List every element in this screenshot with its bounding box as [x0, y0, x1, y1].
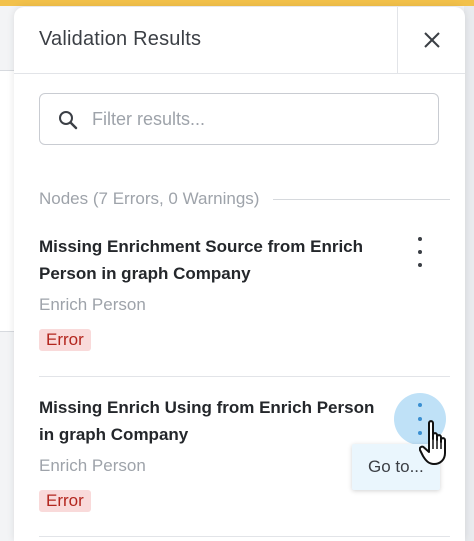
result-node-name: Enrich Person — [39, 295, 146, 314]
kebab-dot — [418, 403, 422, 407]
kebab-dot — [418, 250, 422, 254]
filter-results-input[interactable] — [92, 106, 422, 132]
background-app-card — [0, 70, 14, 332]
validation-results-panel: Validation Results Nodes (7 Errors, 0 Wa… — [14, 7, 465, 541]
kebab-menu-button[interactable] — [412, 237, 428, 267]
app-top-accent-bar — [0, 0, 474, 6]
result-divider — [39, 536, 450, 537]
filter-results-field[interactable] — [39, 93, 439, 145]
kebab-menu-button-active[interactable] — [394, 393, 446, 445]
kebab-dot — [418, 417, 422, 421]
panel-title: Validation Results — [39, 28, 202, 50]
goto-menu-item[interactable]: Go to... — [352, 444, 440, 490]
kebab-menu-icon — [418, 237, 422, 241]
error-badge: Error — [39, 490, 91, 512]
error-badge: Error — [39, 329, 91, 351]
close-icon — [424, 32, 440, 48]
goto-menu-label: Go to... — [368, 457, 424, 476]
search-icon — [59, 111, 78, 130]
kebab-menu-icon — [418, 403, 422, 435]
nodes-section-label: Nodes (7 Errors, 0 Warnings) — [39, 189, 260, 208]
nodes-section-header: Nodes (7 Errors, 0 Warnings) — [39, 188, 450, 210]
close-button[interactable] — [397, 7, 465, 73]
kebab-dot — [418, 431, 422, 435]
result-divider — [39, 376, 450, 377]
panel-header: Validation Results — [14, 7, 465, 74]
result-title: Missing Enrichment Source from Enrich Pe… — [39, 237, 364, 283]
section-divider — [273, 198, 450, 200]
result-node-name: Enrich Person — [39, 456, 146, 475]
result-title: Missing Enrich Using from Enrich Person … — [39, 398, 375, 444]
background-app-edge — [464, 6, 474, 541]
kebab-dot — [418, 263, 422, 267]
